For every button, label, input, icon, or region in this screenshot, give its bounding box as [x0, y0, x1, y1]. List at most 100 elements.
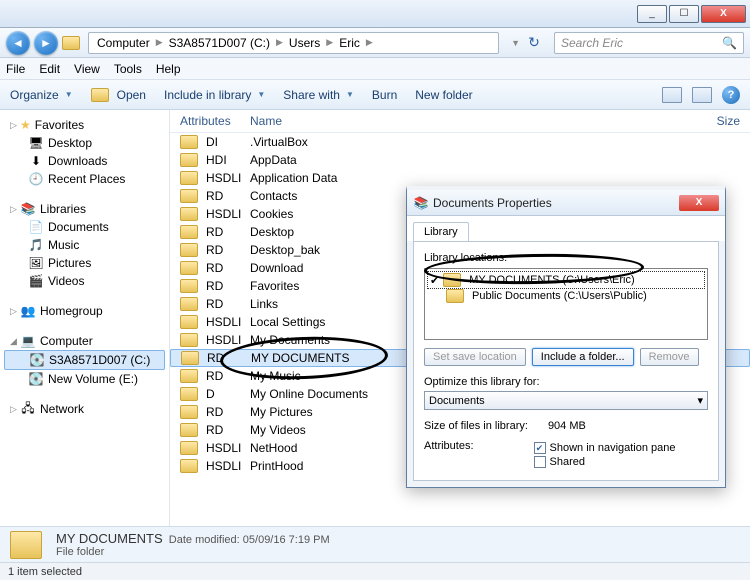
check-icon: ✔	[430, 274, 439, 287]
breadcrumb[interactable]: Computer▶ S3A8571D007 (C:)▶ Users▶ Eric▶	[88, 32, 499, 54]
folder-icon	[180, 315, 198, 329]
details-pane: MY DOCUMENTS Date modified: 05/09/16 7:1…	[0, 526, 750, 562]
dialog-close-button[interactable]: X	[679, 195, 719, 211]
history-dropdown[interactable]: ▼	[509, 38, 522, 48]
sidebar-item-documents[interactable]: 📄Documents	[0, 218, 169, 236]
status-bar: 1 item selected	[0, 562, 750, 580]
minimize-button[interactable]: _	[637, 5, 667, 23]
row-name: Application Data	[250, 171, 750, 185]
row-attr: RD	[206, 405, 223, 419]
header-attributes[interactable]: Attributes	[170, 114, 250, 128]
chevron-down-icon: ▾	[697, 394, 703, 407]
share-with-button[interactable]: Share with▼	[283, 88, 354, 102]
shared-checkbox[interactable]: Shared	[534, 456, 676, 468]
folder-icon	[180, 153, 198, 167]
file-row[interactable]: DI.VirtualBox	[170, 133, 750, 151]
set-save-location-button[interactable]: Set save location	[424, 348, 526, 366]
menu-edit[interactable]: Edit	[39, 62, 60, 76]
header-name[interactable]: Name	[250, 114, 690, 128]
new-folder-button[interactable]: New folder	[415, 88, 472, 102]
folder-icon	[180, 225, 198, 239]
menu-help[interactable]: Help	[156, 62, 181, 76]
folder-icon	[180, 405, 198, 419]
sidebar-item-drive-c[interactable]: 💽S3A8571D007 (C:)	[4, 350, 165, 370]
row-attr: RD	[206, 369, 223, 383]
search-placeholder: Search Eric	[561, 36, 623, 50]
search-input[interactable]: Search Eric 🔍	[554, 32, 744, 54]
row-name: .VirtualBox	[250, 135, 750, 149]
crumb-eric[interactable]: Eric	[335, 36, 364, 50]
folder-icon	[62, 36, 80, 50]
folder-icon	[180, 369, 198, 383]
sidebar-network[interactable]: ▷🖧Network	[0, 400, 169, 418]
folder-icon	[180, 261, 198, 275]
file-row[interactable]: HSDLIApplication Data	[170, 169, 750, 187]
folder-icon	[180, 441, 198, 455]
sidebar-item-recent[interactable]: 🕘Recent Places	[0, 170, 169, 188]
include-in-library-button[interactable]: Include in library▼	[164, 88, 265, 102]
location-row[interactable]: ✔MY DOCUMENTS (C:\Users\Eric)	[428, 272, 704, 288]
shown-in-nav-checkbox[interactable]: ✔Shown in navigation pane	[534, 442, 676, 454]
row-name: AppData	[250, 153, 750, 167]
sidebar-item-pictures[interactable]: 🖼Pictures	[0, 254, 169, 272]
row-attr: HDI	[206, 153, 227, 167]
sidebar-computer[interactable]: ◢💻Computer	[0, 332, 169, 350]
sidebar-item-downloads[interactable]: ⬇Downloads	[0, 152, 169, 170]
optimize-select[interactable]: Documents▾	[424, 391, 708, 410]
sidebar-item-videos[interactable]: 🎬Videos	[0, 272, 169, 290]
row-attr: RD	[206, 279, 223, 293]
include-a-folder-button[interactable]: Include a folder...	[532, 348, 634, 366]
tab-library[interactable]: Library	[413, 222, 469, 241]
view-options-button[interactable]	[662, 87, 682, 103]
forward-button[interactable]: ►	[34, 31, 58, 55]
sidebar-homegroup[interactable]: ▷👥Homegroup	[0, 302, 169, 320]
file-row[interactable]: HDI AppData	[170, 151, 750, 169]
column-headers[interactable]: Attributes Name Size	[170, 110, 750, 133]
refresh-button[interactable]: ↻	[524, 33, 544, 53]
menu-view[interactable]: View	[74, 62, 100, 76]
row-attr: HSDLI	[206, 333, 241, 347]
optimize-label: Optimize this library for:	[424, 376, 708, 388]
crumb-drive[interactable]: S3A8571D007 (C:)	[165, 36, 274, 50]
command-bar: Organize▼ Open Include in library▼ Share…	[0, 80, 750, 110]
help-button[interactable]: ?	[722, 86, 740, 104]
open-button[interactable]: Open	[91, 88, 146, 102]
remove-button[interactable]: Remove	[640, 348, 699, 366]
row-attr: HSDLI	[206, 207, 241, 221]
organize-button[interactable]: Organize▼	[10, 88, 73, 102]
sidebar-favorites[interactable]: ▷★Favorites	[0, 116, 169, 134]
burn-button[interactable]: Burn	[372, 88, 397, 102]
folder-icon	[180, 207, 198, 221]
row-attr: RD	[206, 261, 223, 275]
attributes-label: Attributes:	[424, 440, 474, 452]
menu-bar: File Edit View Tools Help	[0, 58, 750, 80]
menu-file[interactable]: File	[6, 62, 25, 76]
close-button[interactable]: X	[701, 5, 746, 23]
row-attr: HSDLI	[206, 315, 241, 329]
crumb-users[interactable]: Users	[285, 36, 324, 50]
row-attr: RD	[207, 351, 224, 365]
maximize-button[interactable]: ☐	[669, 5, 699, 23]
details-modified-label: Date modified:	[169, 534, 240, 546]
crumb-computer[interactable]: Computer	[93, 36, 154, 50]
row-attr: RD	[206, 243, 223, 257]
header-size[interactable]: Size	[690, 114, 750, 128]
folder-icon	[180, 279, 198, 293]
back-button[interactable]: ◄	[6, 31, 30, 55]
folder-icon	[91, 88, 109, 102]
sidebar-item-desktop[interactable]: 🖥Desktop	[0, 134, 169, 152]
library-locations-list[interactable]: ✔MY DOCUMENTS (C:\Users\Eric) Public Doc…	[424, 268, 708, 340]
dialog-titlebar[interactable]: 📚Documents Properties X	[407, 190, 725, 216]
row-attr: RD	[206, 297, 223, 311]
sidebar-item-music[interactable]: 🎵Music	[0, 236, 169, 254]
sidebar-libraries[interactable]: ▷📚Libraries	[0, 200, 169, 218]
preview-pane-button[interactable]	[692, 87, 712, 103]
library-locations-label: Library locations:	[424, 252, 708, 264]
folder-icon	[181, 351, 199, 365]
location-row[interactable]: Public Documents (C:\Users\Public)	[428, 288, 704, 304]
folder-icon	[180, 135, 198, 149]
sidebar-item-drive-e[interactable]: 💽New Volume (E:)	[0, 370, 169, 388]
row-attr: HSDLI	[206, 441, 241, 455]
menu-tools[interactable]: Tools	[114, 62, 142, 76]
row-attr: RD	[206, 423, 223, 437]
